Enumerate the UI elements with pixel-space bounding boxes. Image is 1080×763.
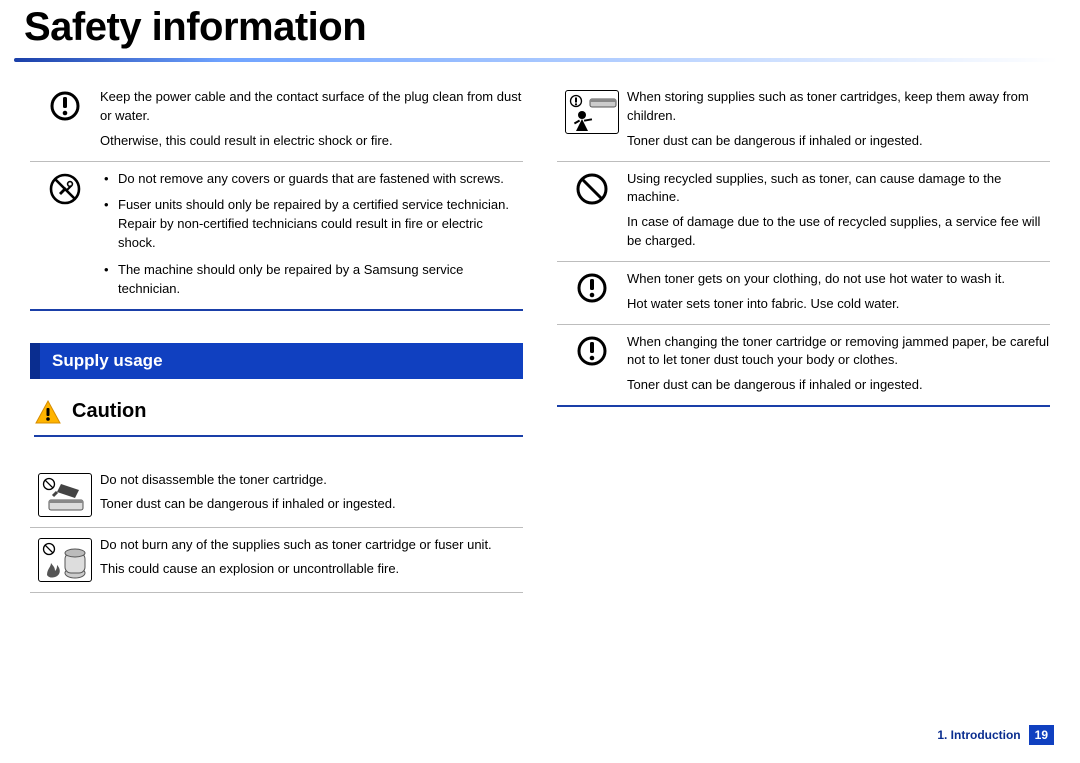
- safety-row: When storing supplies such as toner cart…: [557, 80, 1050, 162]
- safety-text: When changing the toner cartridge or rem…: [627, 333, 1050, 396]
- no-disassemble-toner-icon: [30, 471, 100, 517]
- safety-text: Do not burn any of the supplies such as …: [100, 536, 523, 582]
- caution-heading: Caution: [34, 399, 523, 437]
- safety-para: When storing supplies such as toner cart…: [627, 88, 1050, 126]
- safety-para: Using recycled supplies, such as toner, …: [627, 170, 1050, 208]
- safety-para: Toner dust can be dangerous if inhaled o…: [627, 132, 1050, 151]
- safety-row: Keep the power cable and the contact sur…: [30, 80, 523, 162]
- safety-row: When toner gets on your clothing, do not…: [557, 262, 1050, 325]
- safety-para: In case of damage due to the use of recy…: [627, 213, 1050, 251]
- keep-away-children-icon: [557, 88, 627, 151]
- exclaim-circle-icon: [30, 88, 100, 151]
- safety-text: Keep the power cable and the contact sur…: [100, 88, 523, 151]
- exclaim-circle-icon: [557, 333, 627, 396]
- footer-chapter: 1. Introduction: [937, 728, 1020, 742]
- safety-para: Toner dust can be dangerous if inhaled o…: [100, 495, 523, 514]
- page-title: Safety information: [0, 0, 1080, 58]
- page-footer: 1. Introduction 19: [937, 725, 1054, 745]
- safety-text: When toner gets on your clothing, do not…: [627, 270, 1050, 314]
- section-heading-bar: Supply usage: [30, 343, 523, 379]
- safety-para: This could cause an explosion or uncontr…: [100, 560, 523, 579]
- safety-row: When changing the toner cartridge or rem…: [557, 325, 1050, 408]
- caution-label: Caution: [72, 400, 146, 423]
- safety-text: When storing supplies such as toner cart…: [627, 88, 1050, 151]
- safety-para: Hot water sets toner into fabric. Use co…: [627, 295, 1050, 314]
- title-underline: [14, 58, 1058, 62]
- right-column: When storing supplies such as toner cart…: [557, 80, 1050, 593]
- safety-row: Do not burn any of the supplies such as …: [30, 528, 523, 593]
- safety-para: Do not burn any of the supplies such as …: [100, 536, 523, 555]
- safety-bullet: Fuser units should only be repaired by a…: [104, 196, 523, 253]
- prohibit-circle-icon: [557, 170, 627, 251]
- safety-para: When toner gets on your clothing, do not…: [627, 270, 1050, 289]
- safety-row: Using recycled supplies, such as toner, …: [557, 162, 1050, 262]
- safety-para: Keep the power cable and the contact sur…: [100, 88, 523, 126]
- left-column: Keep the power cable and the contact sur…: [30, 80, 523, 593]
- safety-bullet: The machine should only be repaired by a…: [104, 261, 523, 299]
- exclaim-circle-icon: [557, 270, 627, 314]
- safety-row: Do not disassemble the toner cartridge. …: [30, 463, 523, 528]
- safety-para: When changing the toner cartridge or rem…: [627, 333, 1050, 371]
- safety-text: Do not remove any covers or guards that …: [100, 170, 523, 299]
- warning-triangle-icon: [34, 399, 62, 425]
- safety-para: Otherwise, this could result in electric…: [100, 132, 523, 151]
- no-tools-icon: [30, 170, 100, 299]
- safety-para: Do not disassemble the toner cartridge.: [100, 471, 523, 490]
- content-columns: Keep the power cable and the contact sur…: [0, 62, 1080, 593]
- safety-para: Toner dust can be dangerous if inhaled o…: [627, 376, 1050, 395]
- footer-page-number: 19: [1029, 725, 1054, 745]
- safety-row: Do not remove any covers or guards that …: [30, 162, 523, 311]
- safety-text: Using recycled supplies, such as toner, …: [627, 170, 1050, 251]
- no-burn-supplies-icon: [30, 536, 100, 582]
- safety-text: Do not disassemble the toner cartridge. …: [100, 471, 523, 517]
- safety-bullet: Do not remove any covers or guards that …: [104, 170, 523, 189]
